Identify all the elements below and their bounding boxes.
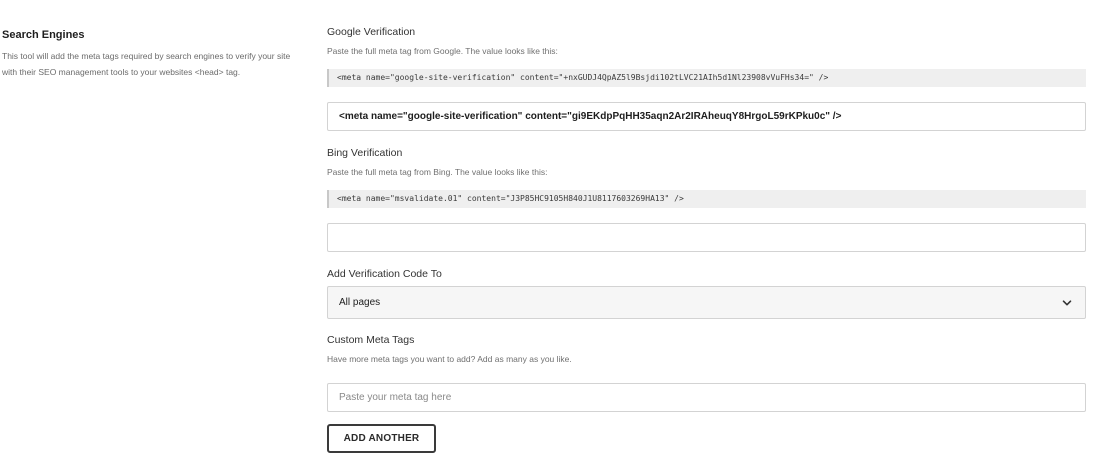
add-another-button[interactable]: ADD ANOTHER bbox=[327, 424, 436, 453]
google-verification-input[interactable] bbox=[327, 102, 1086, 131]
section-info: Search Engines This tool will add the me… bbox=[2, 28, 312, 80]
verification-target-value: All pages bbox=[339, 297, 381, 308]
bing-example-code: <meta name="msvalidate.01" content="J3P8… bbox=[327, 190, 1086, 208]
verification-target-label: Add Verification Code To bbox=[327, 268, 442, 280]
custom-meta-help: Have more meta tags you want to add? Add… bbox=[327, 354, 572, 364]
chevron-down-icon bbox=[1062, 300, 1072, 306]
google-verification-label: Google Verification bbox=[327, 26, 416, 38]
bing-verification-label: Bing Verification bbox=[327, 147, 403, 159]
section-description: This tool will add the meta tags require… bbox=[2, 51, 291, 77]
google-example-code: <meta name="google-site-verification" co… bbox=[327, 69, 1086, 87]
bing-verification-help: Paste the full meta tag from Bing. The v… bbox=[327, 167, 548, 177]
custom-meta-input[interactable] bbox=[327, 383, 1086, 412]
verification-target-select[interactable]: All pages bbox=[327, 286, 1086, 319]
google-verification-help: Paste the full meta tag from Google. The… bbox=[327, 46, 558, 56]
custom-meta-label: Custom Meta Tags bbox=[327, 334, 415, 346]
bing-verification-input[interactable] bbox=[327, 223, 1086, 252]
section-title: Search Engines bbox=[2, 29, 85, 41]
